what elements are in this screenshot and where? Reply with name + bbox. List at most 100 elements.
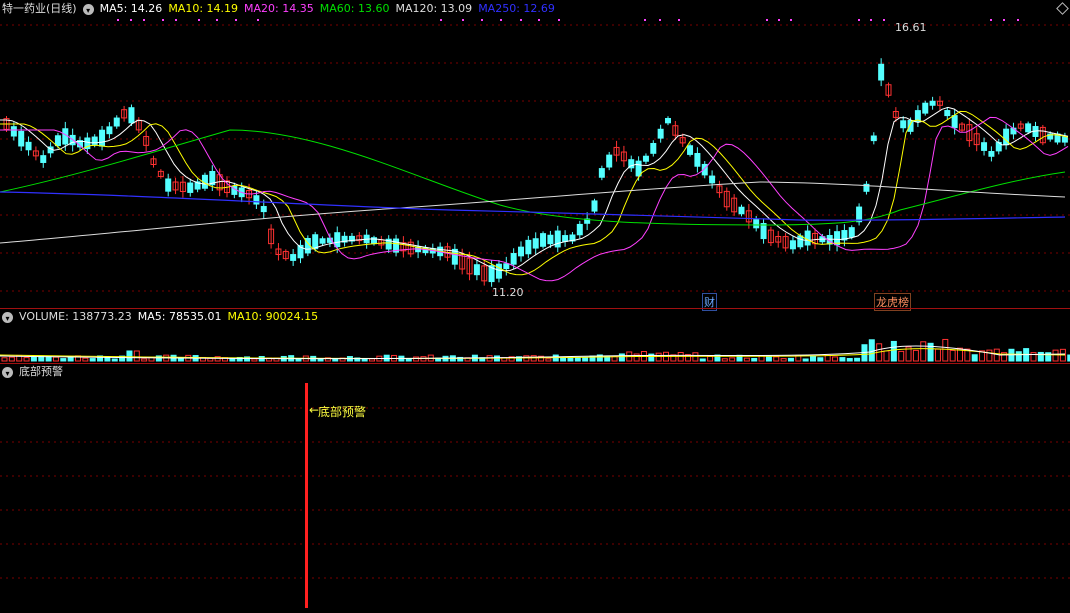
bottom-warning-signal-label: 底部预警 [318, 405, 367, 419]
candle-body [547, 234, 554, 245]
indicator-chart-canvas[interactable] [0, 363, 1070, 613]
candle-body [929, 100, 936, 106]
marker-dot [538, 19, 540, 21]
candle-body [10, 126, 17, 137]
candle-body [503, 263, 510, 270]
candle-body [91, 136, 98, 145]
candle-body [635, 160, 642, 177]
collapse-icon[interactable]: ▾ [2, 366, 13, 378]
marker-dot [858, 19, 860, 21]
candle-body [907, 120, 914, 132]
volume-bar [229, 358, 236, 362]
volume-value: VOLUME: 138773.23 [19, 310, 132, 323]
ma10-line [0, 110, 1069, 276]
volume-bar [60, 358, 67, 362]
volume-bar [846, 358, 853, 362]
volume-bar [817, 357, 824, 362]
marker-dot [500, 19, 502, 21]
marker-dot [558, 19, 560, 21]
volume-bar [413, 356, 420, 362]
candle-body [687, 145, 694, 155]
candle-body [797, 235, 804, 248]
marker-dot [162, 19, 164, 21]
volume-bar [773, 356, 780, 362]
volume-panel[interactable]: ▾ VOLUME: 138773.23 MA5: 78535.01 MA10: … [0, 308, 1070, 363]
ma60-label: MA60: 13.60 [319, 2, 390, 15]
volume-bar [942, 338, 949, 362]
volume-bar [721, 358, 728, 362]
volume-bar [655, 352, 662, 362]
volume-bar [1052, 349, 1059, 362]
collapse-icon[interactable]: ▾ [2, 311, 13, 323]
candle-body [606, 154, 613, 168]
volume-bar [30, 356, 37, 362]
volume-bar [332, 358, 339, 362]
stock-name[interactable]: 特一药业(日线) [2, 2, 77, 16]
candle-body [128, 107, 135, 124]
volume-bar [369, 358, 375, 362]
candle-body [319, 238, 326, 244]
candle-body [900, 120, 907, 129]
volume-bar [133, 350, 140, 362]
volume-bar [523, 355, 530, 362]
candle-body [944, 110, 951, 117]
candle-body [290, 254, 297, 261]
volume-bar [802, 358, 809, 362]
candle-body [510, 253, 517, 265]
signal-arrow-icon: ← [309, 403, 320, 417]
candle-body [334, 232, 341, 248]
candle-body [870, 135, 877, 142]
candle-body [598, 168, 605, 178]
candle-body [253, 195, 260, 205]
volume-bar [126, 350, 133, 362]
low-price-label: 11.20 [492, 286, 524, 299]
volume-bar [8, 356, 15, 362]
collapse-icon[interactable]: ▾ [82, 3, 94, 15]
volume-bar [787, 357, 794, 362]
volume-bar [574, 357, 581, 362]
volume-ma5: MA5: 78535.01 [137, 310, 222, 323]
candle-body [62, 128, 69, 145]
candle-body [540, 233, 547, 247]
candle-body [981, 142, 988, 151]
candle-body [260, 206, 267, 213]
marker-dot [883, 19, 885, 21]
volume-bar [729, 357, 736, 362]
indicator-panel[interactable]: ▾ 底部预警 底部预警 ← [0, 363, 1070, 613]
candle-body [473, 264, 480, 276]
candle-body [576, 223, 583, 236]
ma250-line [0, 191, 1066, 221]
price-chart-canvas[interactable] [0, 0, 1070, 308]
volume-bar [898, 350, 905, 362]
marker-dot [520, 19, 522, 21]
candle-body [532, 238, 539, 249]
volume-ma10: MA10: 90024.15 [227, 310, 319, 323]
volume-bar [89, 358, 96, 362]
volume-bar [618, 353, 625, 362]
marker-dot [1017, 19, 1019, 21]
candle-body [1061, 136, 1068, 143]
volume-header: ▾ VOLUME: 138773.23 MA5: 78535.01 MA10: … [2, 310, 318, 324]
marker-dot [659, 19, 661, 21]
candle-body [54, 135, 61, 147]
volume-bar [699, 358, 706, 362]
price-chart-panel[interactable]: 特一药业(日线) ▾ MA5: 14.26 MA10: 14.19 MA20: … [0, 0, 1070, 311]
volume-bar [1037, 351, 1044, 362]
volume-bar [751, 357, 758, 362]
marker-dot [678, 19, 680, 21]
candle-body [518, 246, 524, 257]
candle-body [878, 63, 885, 81]
candle-body [665, 118, 671, 124]
volume-bar [1015, 351, 1022, 362]
volume-bar [839, 357, 846, 362]
candle-body [760, 223, 767, 240]
bottom-warning-signal-bar [305, 383, 308, 608]
volume-bar [582, 357, 589, 362]
volume-bar [832, 356, 839, 362]
candle-body [1025, 123, 1032, 133]
volume-bar [141, 358, 148, 362]
volume-bar [810, 356, 816, 362]
candle-body [709, 175, 716, 184]
marker-dot [790, 19, 792, 21]
volume-bar [824, 354, 831, 362]
